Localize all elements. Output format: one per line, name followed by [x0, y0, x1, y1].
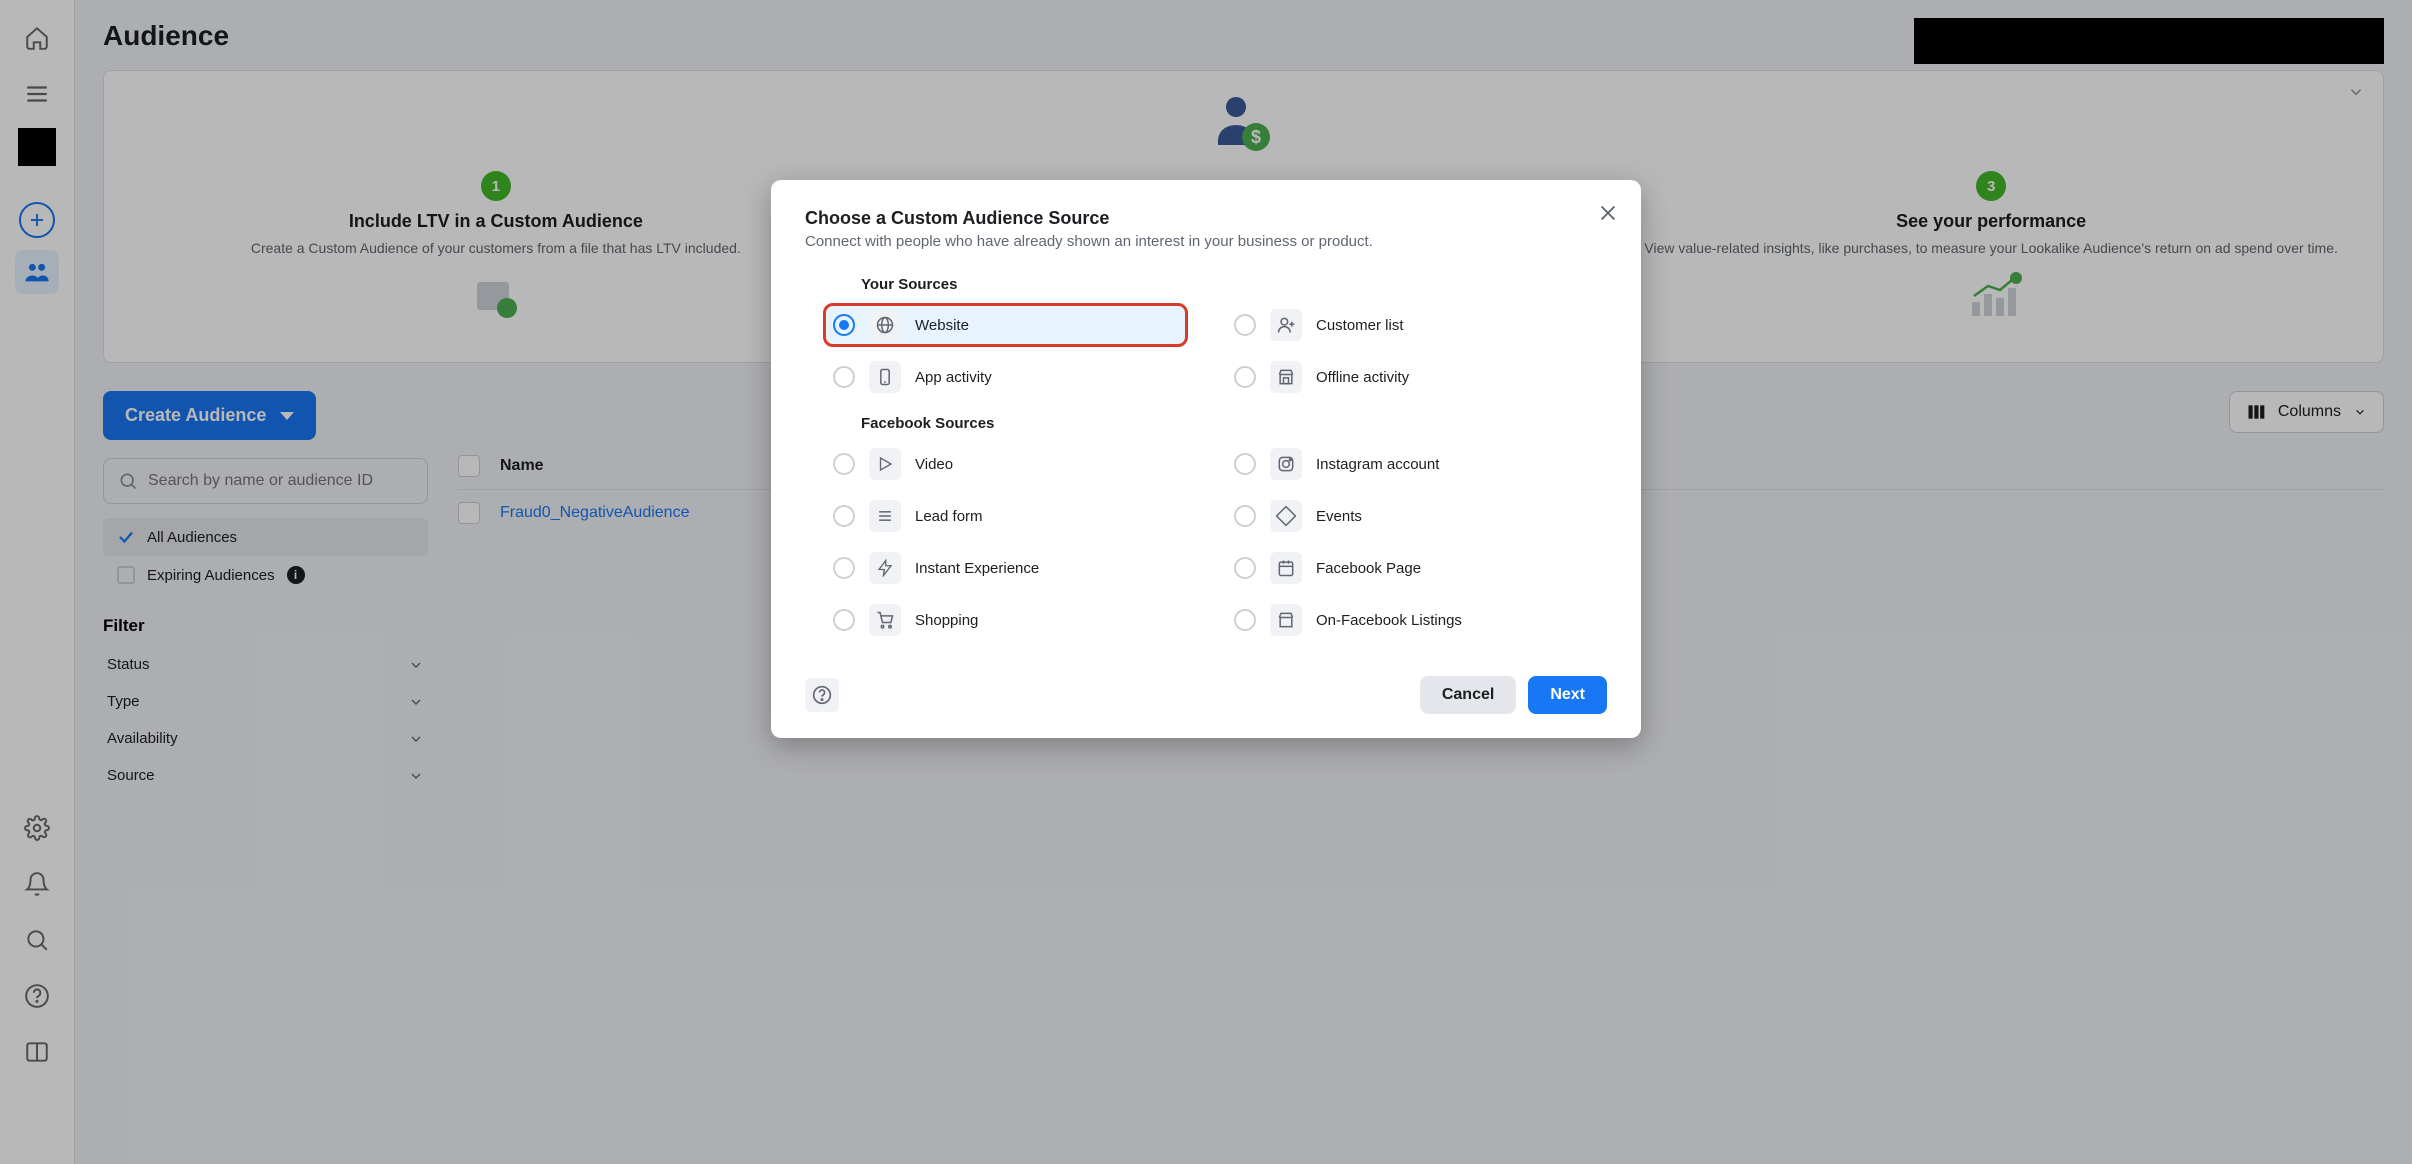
source-label: Instant Experience [915, 560, 1039, 577]
source-label: Video [915, 456, 953, 473]
source-lead-form[interactable]: Lead form [823, 494, 1188, 538]
facebook-sources-label: Facebook Sources [861, 415, 1607, 432]
source-shopping[interactable]: Shopping [823, 598, 1188, 642]
source-label: Lead form [915, 508, 983, 525]
cart-icon [869, 604, 901, 636]
custom-audience-modal: Choose a Custom Audience Source Connect … [771, 180, 1641, 738]
radio-icon [833, 366, 855, 388]
modal-overlay: Choose a Custom Audience Source Connect … [0, 0, 2412, 1164]
store-icon [1270, 361, 1302, 393]
source-offline-activity[interactable]: Offline activity [1224, 355, 1589, 399]
source-customer-list[interactable]: Customer list [1224, 303, 1589, 347]
source-instant-experience[interactable]: Instant Experience [823, 546, 1188, 590]
radio-icon [1234, 366, 1256, 388]
source-label: App activity [915, 369, 992, 386]
close-icon[interactable] [1597, 202, 1619, 224]
list-icon [869, 500, 901, 532]
radio-icon [1234, 557, 1256, 579]
source-label: Website [915, 317, 969, 334]
instagram-icon [1270, 448, 1302, 480]
your-sources-label: Your Sources [861, 276, 1607, 293]
radio-icon [1234, 505, 1256, 527]
calendar-icon [1270, 552, 1302, 584]
bolt-icon [869, 552, 901, 584]
radio-icon [1234, 314, 1256, 336]
source-website[interactable]: Website [823, 303, 1188, 347]
user-plus-icon [1270, 309, 1302, 341]
next-button[interactable]: Next [1528, 676, 1607, 714]
play-icon [869, 448, 901, 480]
source-label: Events [1316, 508, 1362, 525]
source-label: On-Facebook Listings [1316, 612, 1462, 629]
radio-icon [833, 453, 855, 475]
source-listings[interactable]: On-Facebook Listings [1224, 598, 1589, 642]
globe-icon [869, 309, 901, 341]
phone-icon [869, 361, 901, 393]
radio-icon [833, 557, 855, 579]
source-label: Offline activity [1316, 369, 1409, 386]
source-label: Instagram account [1316, 456, 1439, 473]
source-label: Facebook Page [1316, 560, 1421, 577]
help-button[interactable] [805, 678, 839, 712]
storefront-icon [1270, 604, 1302, 636]
modal-description: Connect with people who have already sho… [805, 233, 1607, 250]
radio-icon [833, 505, 855, 527]
source-label: Customer list [1316, 317, 1404, 334]
source-app-activity[interactable]: App activity [823, 355, 1188, 399]
source-events[interactable]: Events [1224, 494, 1589, 538]
radio-icon [833, 609, 855, 631]
source-video[interactable]: Video [823, 442, 1188, 486]
ticket-icon [1270, 500, 1302, 532]
source-facebook-page[interactable]: Facebook Page [1224, 546, 1589, 590]
radio-icon [1234, 609, 1256, 631]
radio-icon [1234, 453, 1256, 475]
cancel-button[interactable]: Cancel [1420, 676, 1516, 714]
source-label: Shopping [915, 612, 978, 629]
radio-icon [833, 314, 855, 336]
source-instagram[interactable]: Instagram account [1224, 442, 1589, 486]
modal-title: Choose a Custom Audience Source [805, 208, 1607, 229]
